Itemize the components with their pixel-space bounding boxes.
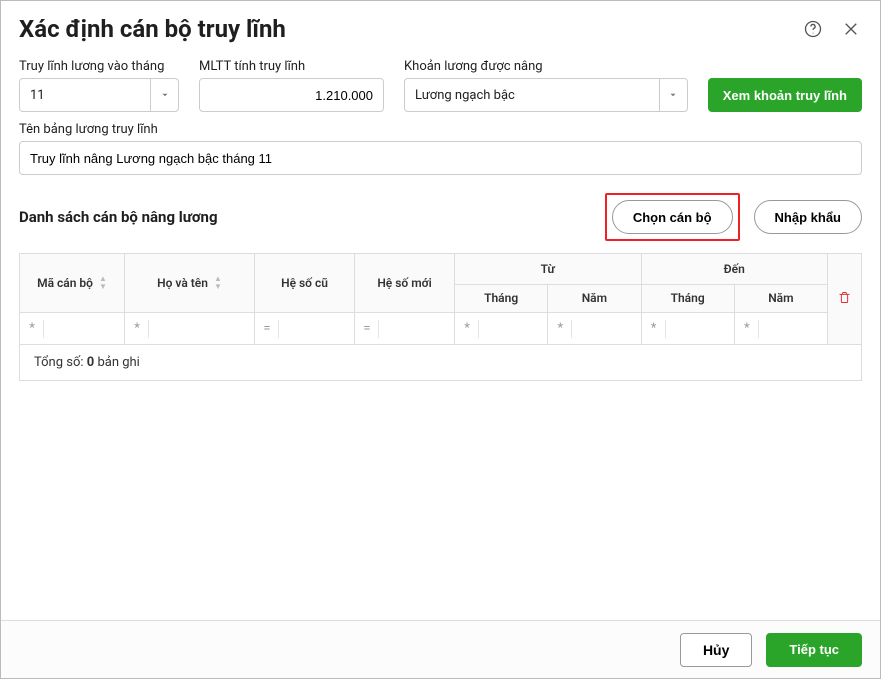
filter-he-so-cu[interactable]: = xyxy=(255,313,354,344)
khoan-select[interactable]: Lương ngạch bậc xyxy=(404,78,688,112)
month-label: Truy lĩnh lương vào tháng xyxy=(19,59,179,74)
modal-dialog: Xác định cán bộ truy lĩnh Truy lĩnh lươn… xyxy=(0,0,881,679)
filter-den-thang[interactable]: * xyxy=(642,313,734,344)
col-label: Hệ số mới xyxy=(377,276,431,290)
filter-tu-nam[interactable]: * xyxy=(548,313,640,344)
filter-ma-can-bo[interactable]: * xyxy=(20,313,124,344)
continue-button[interactable]: Tiếp tục xyxy=(766,633,862,667)
col-delete xyxy=(828,254,862,345)
filter-input[interactable] xyxy=(382,313,450,344)
col-label: Mã cán bộ xyxy=(37,276,93,290)
filter-input[interactable] xyxy=(669,313,730,344)
chon-can-bo-button[interactable]: Chọn cán bộ xyxy=(612,200,733,234)
col-he-so-cu[interactable]: Hệ số cũ xyxy=(255,254,355,313)
ten-bang-label: Tên bảng lương truy lĩnh xyxy=(19,122,862,137)
filter-op: * xyxy=(459,321,475,336)
col-den-nam[interactable]: Năm xyxy=(734,284,827,312)
total-suffix: bản ghi xyxy=(94,355,140,370)
ten-bang-group: Tên bảng lương truy lĩnh xyxy=(1,112,880,175)
section-header: Danh sách cán bộ nâng lương Chọn cán bộ … xyxy=(1,175,880,249)
col-label: Hệ số cũ xyxy=(281,276,328,290)
view-khoan-button[interactable]: Xem khoản truy lĩnh xyxy=(708,78,862,112)
form-row-top: Truy lĩnh lương vào tháng 11 MLTT tính t… xyxy=(1,49,880,112)
ten-bang-input-wrap xyxy=(19,141,862,175)
data-table: Mã cán bộ ▲▼ Họ và tên ▲▼ Hệ số cũ Hệ số m… xyxy=(19,253,862,381)
filter-op: * xyxy=(646,321,662,336)
filter-op: * xyxy=(129,321,145,336)
mltt-group: MLTT tính truy lĩnh xyxy=(199,59,384,112)
month-group: Truy lĩnh lương vào tháng 11 xyxy=(19,59,179,112)
filter-op: = xyxy=(259,321,275,336)
filter-input[interactable] xyxy=(482,313,543,344)
chevron-down-icon xyxy=(150,79,178,111)
mltt-input[interactable] xyxy=(200,79,383,111)
month-value: 11 xyxy=(20,88,150,103)
filter-op: * xyxy=(739,321,755,336)
trash-icon[interactable] xyxy=(837,294,852,308)
header-actions xyxy=(802,18,862,40)
filter-tu-thang[interactable]: * xyxy=(455,313,547,344)
col-tu-thang[interactable]: Tháng xyxy=(455,284,548,312)
col-tu-nam[interactable]: Năm xyxy=(548,284,641,312)
view-btn-group: Xem khoản truy lĩnh xyxy=(708,78,862,112)
filter-he-so-moi[interactable]: = xyxy=(355,313,454,344)
section-title: Danh sách cán bộ nâng lương xyxy=(19,208,591,226)
ten-bang-input[interactable] xyxy=(20,142,861,174)
sort-icon: ▲▼ xyxy=(99,275,107,291)
filter-input[interactable] xyxy=(575,313,636,344)
nhap-khau-button[interactable]: Nhập khẩu xyxy=(754,200,862,234)
help-icon[interactable] xyxy=(802,18,824,40)
filter-op: * xyxy=(24,321,40,336)
khoan-value: Lương ngạch bậc xyxy=(405,88,659,103)
col-ho-ten[interactable]: Họ và tên ▲▼ xyxy=(125,254,255,313)
chevron-down-icon xyxy=(659,79,687,111)
close-icon[interactable] xyxy=(840,18,862,40)
col-he-so-moi[interactable]: Hệ số mới xyxy=(355,254,455,313)
col-ma-can-bo[interactable]: Mã cán bộ ▲▼ xyxy=(20,254,125,313)
filter-input[interactable] xyxy=(762,313,823,344)
col-label: Họ và tên xyxy=(157,276,208,290)
col-den: Đến xyxy=(641,254,828,284)
sort-icon: ▲▼ xyxy=(214,275,222,291)
mltt-input-wrap xyxy=(199,78,384,112)
filter-input[interactable] xyxy=(282,313,350,344)
month-select[interactable]: 11 xyxy=(19,78,179,112)
filter-input[interactable] xyxy=(152,313,250,344)
filter-input[interactable] xyxy=(47,313,120,344)
modal-title: Xác định cán bộ truy lĩnh xyxy=(19,15,802,43)
total-row: Tổng số: 0 bản ghi xyxy=(19,345,862,380)
khoan-group: Khoản lương được nâng Lương ngạch bậc xyxy=(404,59,688,112)
col-tu: Từ xyxy=(455,254,642,284)
highlight-box: Chọn cán bộ xyxy=(605,193,740,241)
modal-header: Xác định cán bộ truy lĩnh xyxy=(1,1,880,49)
col-den-thang[interactable]: Tháng xyxy=(641,284,734,312)
total-prefix: Tổng số: xyxy=(34,355,87,370)
khoan-label: Khoản lương được nâng xyxy=(404,59,688,74)
mltt-label: MLTT tính truy lĩnh xyxy=(199,59,384,74)
filter-op: * xyxy=(552,321,568,336)
modal-footer: Hủy Tiếp tục xyxy=(1,620,880,678)
filter-op: = xyxy=(359,321,375,336)
filter-ho-ten[interactable]: * xyxy=(125,313,254,344)
cancel-button[interactable]: Hủy xyxy=(680,633,752,667)
filter-den-nam[interactable]: * xyxy=(735,313,827,344)
